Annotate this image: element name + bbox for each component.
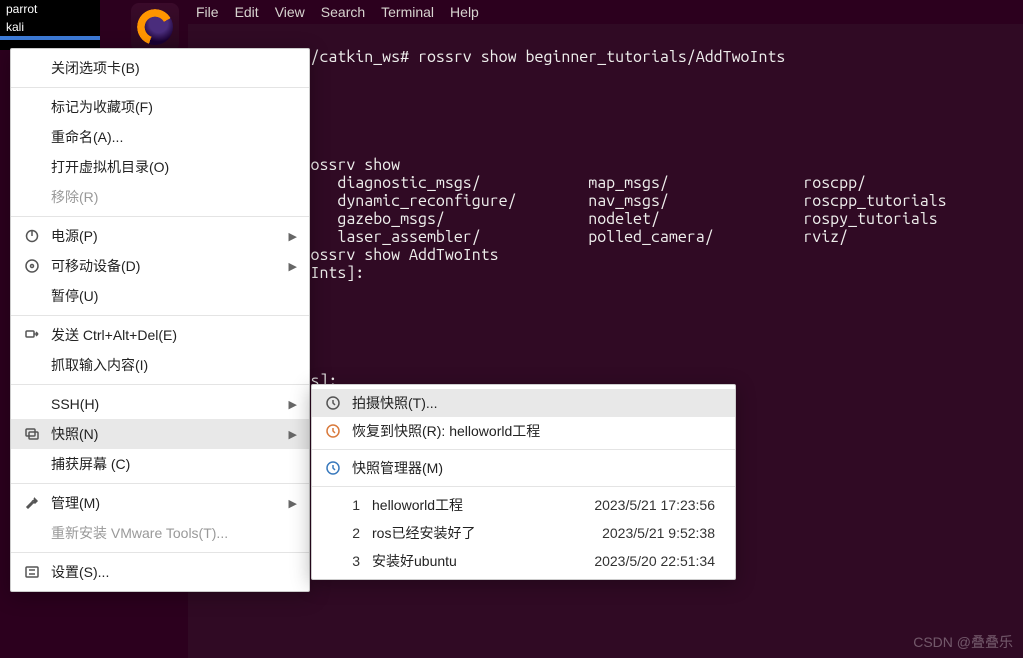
menu-terminal[interactable]: Terminal <box>373 4 442 20</box>
snapshot-entry[interactable]: 1 helloworld工程 2023/5/21 17:23:56 <box>312 491 735 519</box>
vm-context-menu: 关闭选项卡(B) 标记为收藏项(F) 重命名(A)... 打开虚拟机目录(O) … <box>10 48 310 592</box>
snapshot-time: 2023/5/20 22:51:34 <box>594 553 715 569</box>
snapshot-entry[interactable]: 2 ros已经安装好了 2023/5/21 9:52:38 <box>312 519 735 547</box>
menu-label: 恢复到快照(R): helloworld工程 <box>344 421 723 441</box>
chevron-right-icon: ▶ <box>289 428 297 441</box>
chevron-right-icon: ▶ <box>289 260 297 273</box>
snapshot-number: 2 <box>352 525 372 541</box>
menu-rename[interactable]: 重命名(A)... <box>11 122 309 152</box>
menu-edit[interactable]: Edit <box>227 4 267 20</box>
menu-label: 拍摄快照(T)... <box>344 393 723 413</box>
firefox-icon <box>137 9 173 45</box>
menu-label: 抓取输入内容(I) <box>43 355 297 375</box>
menu-search[interactable]: Search <box>313 4 373 20</box>
watermark: CSDN @叠叠乐 <box>913 632 1013 652</box>
snapshot-submenu: 拍摄快照(T)... 恢复到快照(R): helloworld工程 快照管理器(… <box>311 384 736 580</box>
menu-label: 发送 Ctrl+Alt+Del(E) <box>43 325 297 345</box>
menu-separator <box>11 216 309 217</box>
snapshot-time: 2023/5/21 9:52:38 <box>602 525 715 541</box>
settings-icon <box>21 564 43 580</box>
menu-label: 重新安装 VMware Tools(T)... <box>43 523 297 543</box>
menu-label: 快照管理器(M) <box>344 458 723 478</box>
menu-label: SSH(H) <box>43 396 289 412</box>
send-icon <box>21 327 43 343</box>
snapshot-name: helloworld工程 <box>372 495 594 515</box>
power-icon <box>21 228 43 244</box>
menu-capture-screen[interactable]: 捕获屏幕 (C) <box>11 449 309 479</box>
menu-label: 重命名(A)... <box>43 127 297 147</box>
snapshot-icon <box>21 426 43 442</box>
snapshot-time: 2023/5/21 17:23:56 <box>594 497 715 513</box>
menu-pause[interactable]: 暂停(U) <box>11 281 309 311</box>
menu-separator <box>312 486 735 487</box>
menu-snapshot-manager[interactable]: 快照管理器(M) <box>312 454 735 482</box>
menu-separator <box>312 449 735 450</box>
menu-reinstall-tools: 重新安装 VMware Tools(T)... <box>11 518 309 548</box>
menu-manage[interactable]: 管理(M) ▶ <box>11 488 309 518</box>
menu-power[interactable]: 电源(P) ▶ <box>11 221 309 251</box>
menu-view[interactable]: View <box>267 4 313 20</box>
snapshot-entry[interactable]: 3 安装好ubuntu 2023/5/20 22:51:34 <box>312 547 735 575</box>
menu-revert-snapshot[interactable]: 恢复到快照(R): helloworld工程 <box>312 417 735 445</box>
menu-file[interactable]: File <box>188 4 227 20</box>
menu-separator <box>11 552 309 553</box>
vm-tab-selected[interactable] <box>0 36 100 40</box>
snapshot-name: 安装好ubuntu <box>372 551 594 571</box>
menu-grab-input[interactable]: 抓取输入内容(I) <box>11 350 309 380</box>
menu-close-tab[interactable]: 关闭选项卡(B) <box>11 53 309 83</box>
clock-plus-icon <box>322 395 344 411</box>
menu-take-snapshot[interactable]: 拍摄快照(T)... <box>312 389 735 417</box>
clock-revert-icon <box>322 423 344 439</box>
menu-label: 电源(P) <box>43 226 289 246</box>
snapshot-number: 3 <box>352 553 372 569</box>
menu-removable-devices[interactable]: 可移动设备(D) ▶ <box>11 251 309 281</box>
vm-tab-kali[interactable]: kali <box>0 18 100 36</box>
menu-label: 打开虚拟机目录(O) <box>43 157 297 177</box>
snapshot-name: ros已经安装好了 <box>372 523 602 543</box>
menu-label: 管理(M) <box>43 493 289 513</box>
chevron-right-icon: ▶ <box>289 398 297 411</box>
menu-separator <box>11 315 309 316</box>
menu-label: 移除(R) <box>43 187 297 207</box>
menu-label: 标记为收藏项(F) <box>43 97 297 117</box>
menu-mark-favorite[interactable]: 标记为收藏项(F) <box>11 92 309 122</box>
menu-label: 暂停(U) <box>43 286 297 306</box>
menu-label: 设置(S)... <box>43 562 297 582</box>
menu-remove: 移除(R) <box>11 182 309 212</box>
vm-tabs: parrot kali <box>0 0 100 50</box>
menu-settings[interactable]: 设置(S)... <box>11 557 309 587</box>
menu-separator <box>11 384 309 385</box>
snapshot-number: 1 <box>352 497 372 513</box>
snapshot-manager-icon <box>322 460 344 476</box>
menu-snapshot[interactable]: 快照(N) ▶ <box>11 419 309 449</box>
menu-label: 捕获屏幕 (C) <box>43 454 297 474</box>
menu-open-vm-dir[interactable]: 打开虚拟机目录(O) <box>11 152 309 182</box>
chevron-right-icon: ▶ <box>289 230 297 243</box>
disc-icon <box>21 258 43 274</box>
menu-separator <box>11 87 309 88</box>
menu-separator <box>11 483 309 484</box>
chevron-right-icon: ▶ <box>289 497 297 510</box>
terminal-menubar: File Edit View Search Terminal Help <box>188 0 1023 24</box>
menu-label: 关闭选项卡(B) <box>43 58 297 78</box>
menu-ssh[interactable]: SSH(H) ▶ <box>11 389 309 419</box>
vm-tab-parrot[interactable]: parrot <box>0 0 100 18</box>
menu-help[interactable]: Help <box>442 4 487 20</box>
firefox-launcher-icon[interactable] <box>131 3 179 51</box>
menu-label: 快照(N) <box>43 424 289 444</box>
menu-label: 可移动设备(D) <box>43 256 289 276</box>
menu-send-cad[interactable]: 发送 Ctrl+Alt+Del(E) <box>11 320 309 350</box>
wrench-icon <box>21 495 43 511</box>
